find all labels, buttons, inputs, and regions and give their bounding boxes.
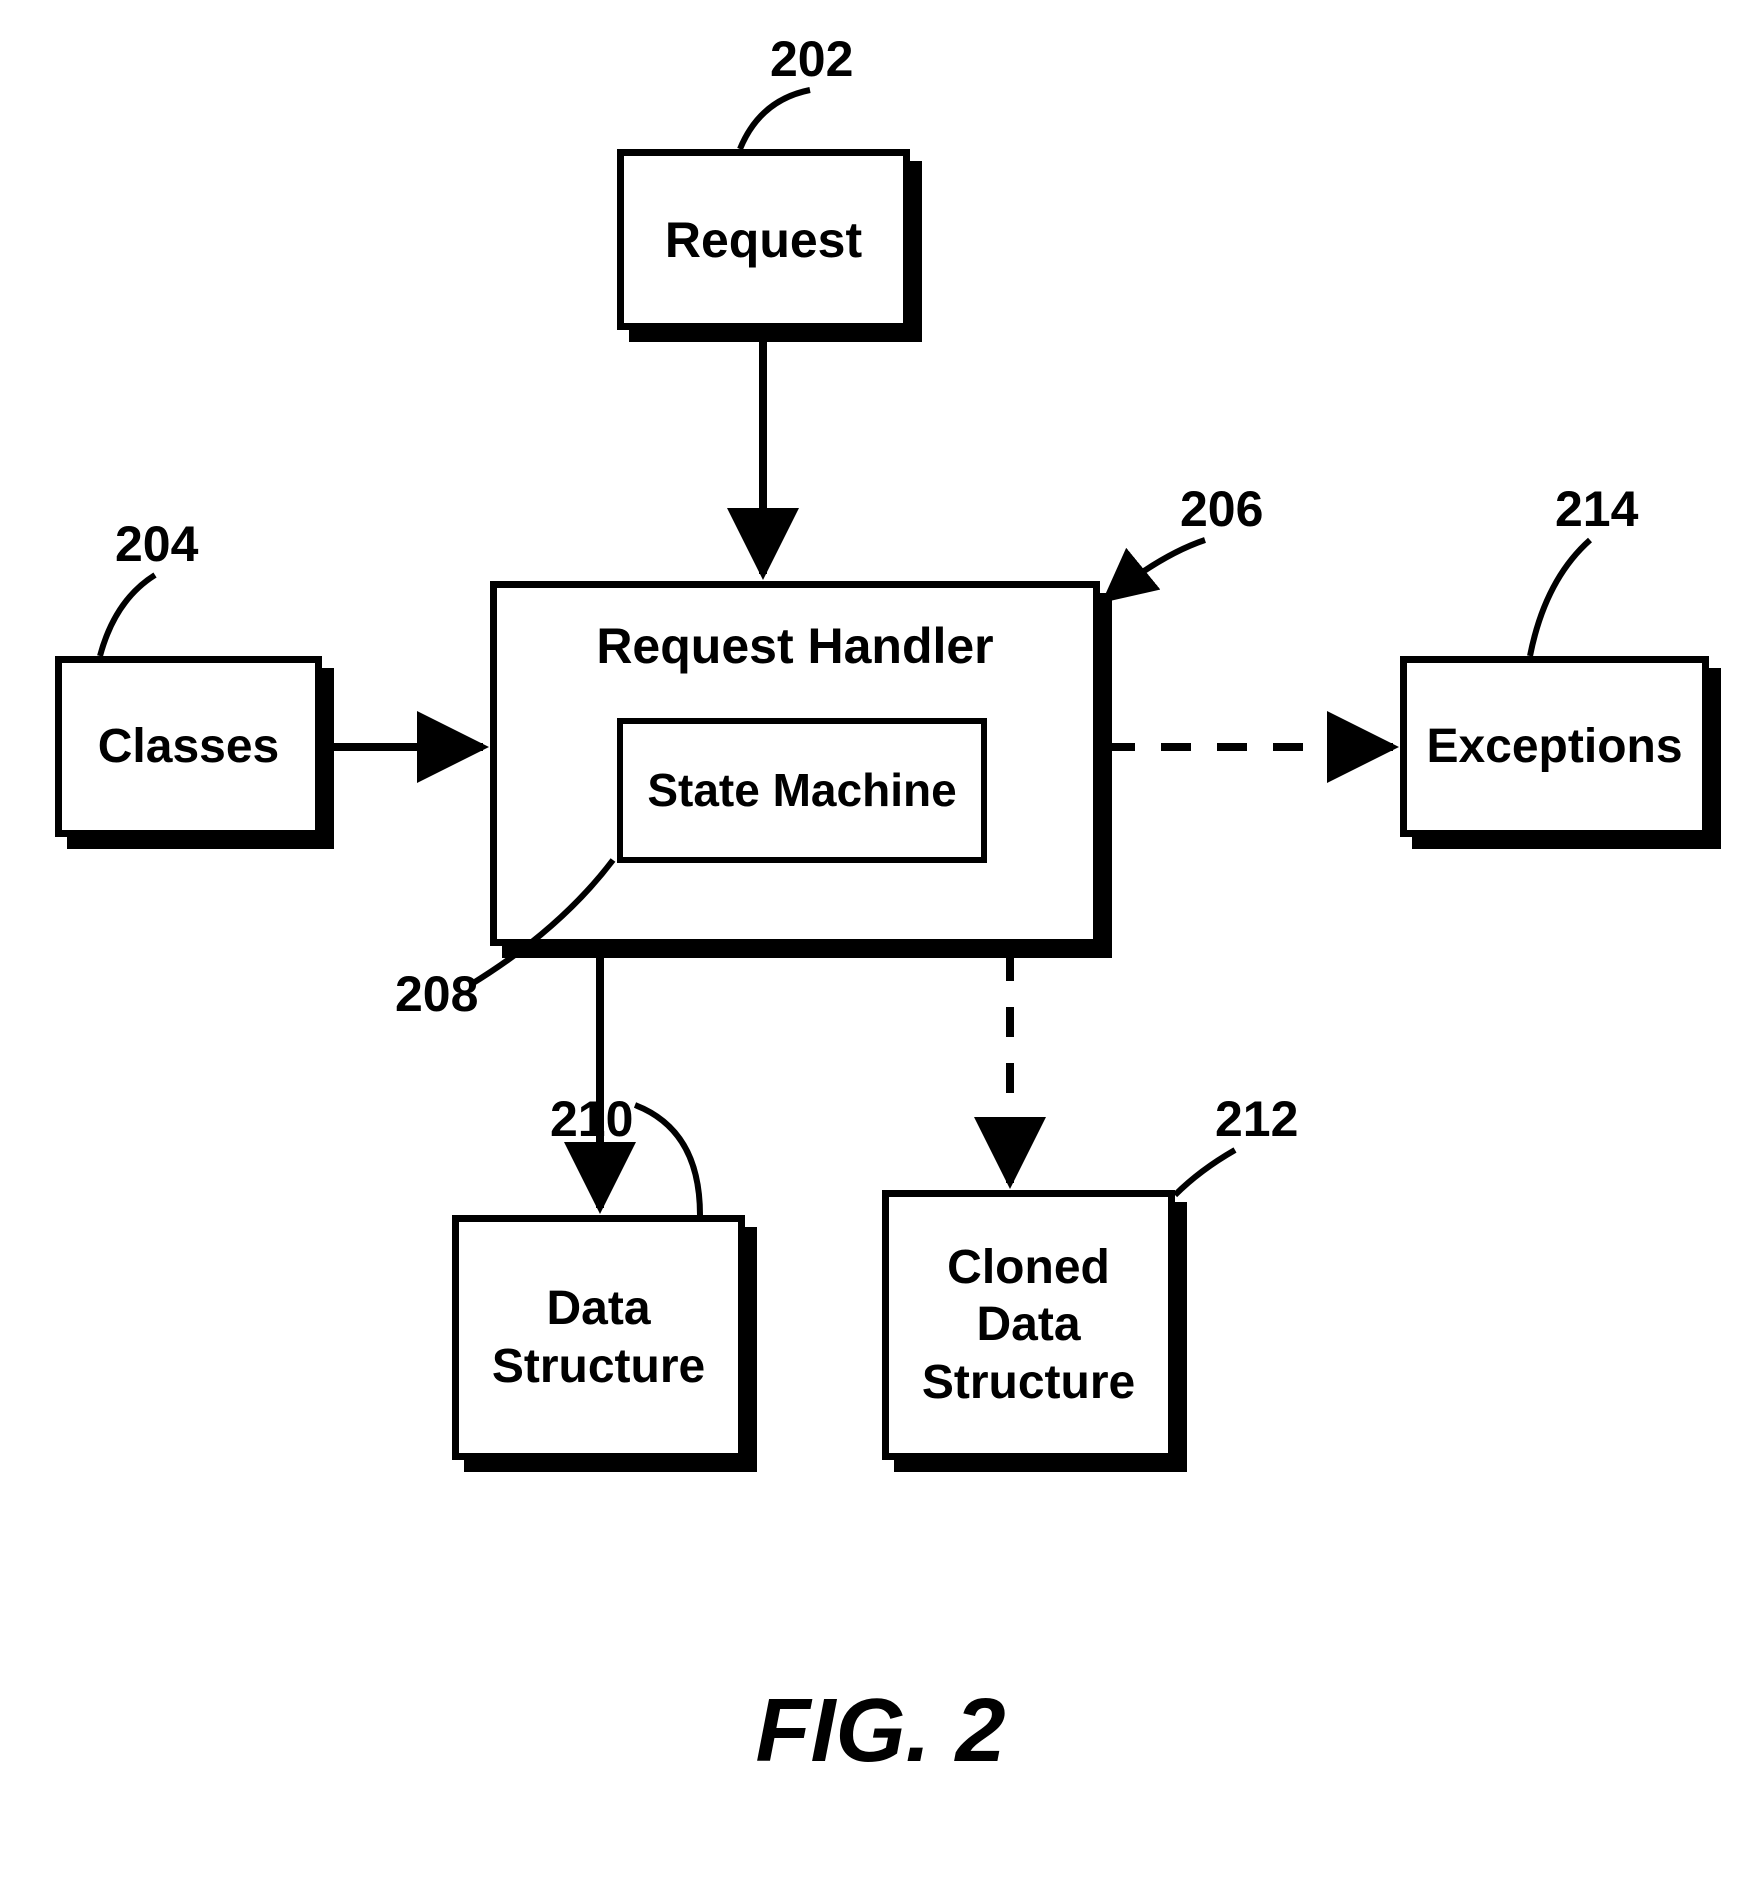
node-state-machine: State Machine bbox=[617, 718, 987, 863]
ref-206: 206 bbox=[1180, 480, 1263, 538]
diagram-canvas: Request Classes Request Handler State Ma… bbox=[0, 0, 1761, 1880]
node-handler: Request Handler State Machine bbox=[490, 581, 1100, 946]
figure-caption: FIG. 2 bbox=[0, 1680, 1761, 1783]
ref-212: 212 bbox=[1215, 1090, 1298, 1148]
node-cloned-label: Cloned Data Structure bbox=[922, 1239, 1135, 1412]
leader-210 bbox=[635, 1105, 700, 1215]
node-data-structure: Data Structure bbox=[452, 1215, 745, 1460]
leader-212 bbox=[1175, 1150, 1235, 1195]
ref-204: 204 bbox=[115, 515, 198, 573]
node-classes: Classes bbox=[55, 656, 322, 837]
node-handler-label: Request Handler bbox=[497, 616, 1093, 676]
node-data-structure-label: Data Structure bbox=[492, 1280, 705, 1395]
ref-214: 214 bbox=[1555, 480, 1638, 538]
ref-202: 202 bbox=[770, 30, 853, 88]
ref-208: 208 bbox=[395, 965, 478, 1023]
node-state-machine-label: State Machine bbox=[647, 763, 956, 818]
leader-214 bbox=[1530, 540, 1590, 656]
node-exceptions: Exceptions bbox=[1400, 656, 1709, 837]
node-classes-label: Classes bbox=[98, 718, 279, 776]
node-request-label: Request bbox=[665, 210, 862, 270]
leader-206 bbox=[1105, 540, 1205, 600]
node-exceptions-label: Exceptions bbox=[1426, 718, 1682, 776]
node-request: Request bbox=[617, 149, 910, 330]
leader-202 bbox=[740, 90, 810, 149]
leader-204 bbox=[100, 575, 155, 656]
ref-210: 210 bbox=[550, 1090, 633, 1148]
node-cloned: Cloned Data Structure bbox=[882, 1190, 1175, 1460]
